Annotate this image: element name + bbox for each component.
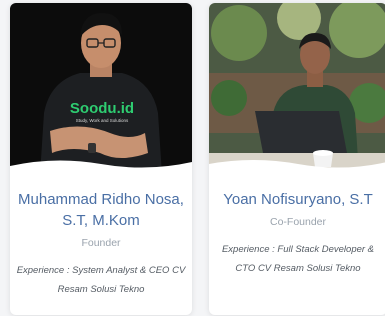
member-role: Founder <box>81 237 121 249</box>
founder-photo: Soodu.id Study, Work and Solutions <box>10 3 192 175</box>
wave-divider <box>209 160 385 175</box>
member-name: Yoan Nofisuryano, S.T <box>223 191 373 208</box>
wave-divider <box>10 160 192 175</box>
member-experience: Experience : Full Stack Developer & CTO … <box>221 244 375 274</box>
shirt-subtext: Study, Work and Solutions <box>76 118 129 123</box>
team-card-founder: Soodu.id Study, Work and Solutions Muham… <box>10 3 192 315</box>
member-role: Co-Founder <box>269 216 327 228</box>
cofounder-photo <box>209 3 385 175</box>
shirt-logo-text: Soodu.id <box>70 100 134 117</box>
member-experience: Experience : System Analyst & CEO CV Res… <box>16 265 186 295</box>
team-card-cofounder: Yoan Nofisuryano, S.T Co-Founder Experie… <box>209 3 385 315</box>
member-name: Muhammad Ridho Nosa, S.T, M.Kom <box>18 191 184 229</box>
